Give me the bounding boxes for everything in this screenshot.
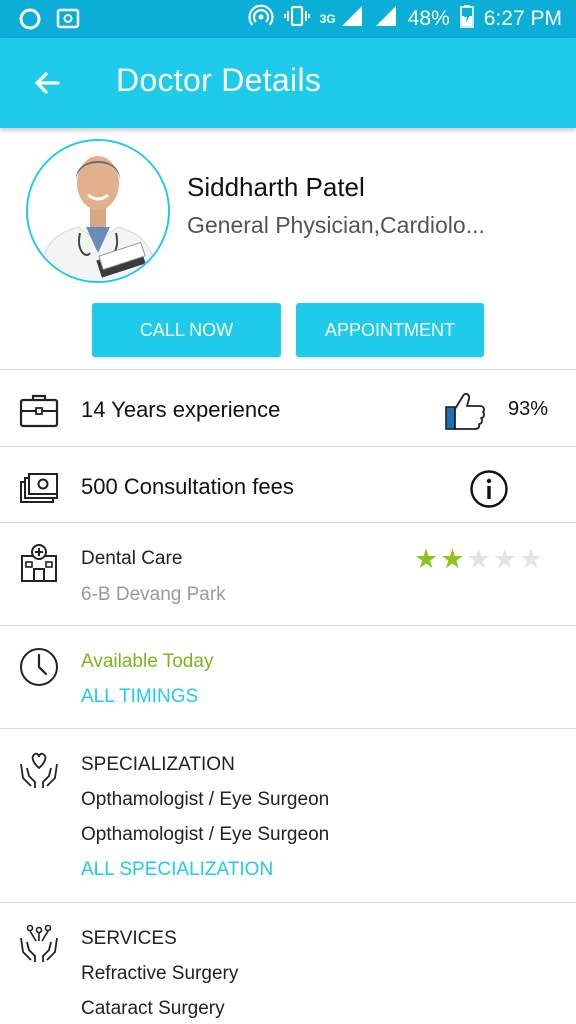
star-empty-icon: ★: [466, 544, 491, 574]
thumbs-up-icon: [443, 390, 487, 432]
money-icon: [18, 468, 60, 510]
network-type-label: 3G: [319, 12, 336, 26]
clinic-rating: ★ ★ ★ ★ ★: [414, 544, 543, 575]
divider: [0, 522, 576, 523]
star-empty-icon: ★: [492, 544, 517, 574]
clinic-address: 6-B Devang Park: [81, 584, 226, 605]
vibrate-icon: [283, 3, 310, 35]
cell-signal-icon-2: [374, 4, 398, 34]
briefcase-icon: [18, 390, 60, 432]
safe-notification-icon: [56, 7, 80, 36]
divider: [0, 728, 576, 729]
divider: [0, 625, 576, 626]
availability-status: Available Today: [81, 651, 214, 672]
doctor-specialty: General Physician,Cardiolo...: [187, 212, 485, 238]
status-bar: 3G 48% 6:27 PM: [0, 0, 576, 38]
info-icon: [470, 470, 508, 508]
star-filled-icon: ★: [440, 544, 465, 574]
specialization-item: Opthamologist / Eye Surgeon: [81, 824, 330, 845]
clock-time: 6:27 PM: [483, 7, 562, 30]
circle-notification-icon: [18, 7, 42, 36]
specialization-item: Opthamologist / Eye Surgeon: [81, 789, 330, 810]
hospital-icon: [18, 542, 60, 584]
specialization-heading: SPECIALIZATION: [81, 754, 235, 775]
arrow-left-icon: [35, 72, 60, 94]
fees-text: 500 Consultation fees: [81, 474, 294, 499]
clinic-name: Dental Care: [81, 548, 183, 569]
divider: [0, 369, 576, 370]
app-bar: Doctor Details: [0, 38, 576, 128]
service-item: Refractive Surgery: [81, 963, 239, 984]
star-empty-icon: ★: [518, 544, 544, 574]
all-timings-link[interactable]: ALL TIMINGS: [81, 686, 198, 708]
hotspot-icon: [248, 3, 274, 35]
call-now-button[interactable]: CALL NOW: [92, 303, 281, 357]
service-item: Cataract Surgery: [81, 998, 225, 1019]
cell-signal-icon: [340, 4, 364, 34]
all-specialization-link[interactable]: ALL SPECIALIZATION: [81, 859, 273, 881]
clock-icon: [18, 646, 60, 688]
divider: [0, 902, 576, 903]
page-title: Doctor Details: [116, 62, 322, 98]
appointment-button[interactable]: APPOINTMENT: [296, 303, 484, 357]
battery-percent: 48%: [407, 7, 450, 30]
divider: [0, 446, 576, 447]
experience-text: 14 Years experience: [81, 397, 281, 422]
battery-icon: [459, 4, 474, 34]
back-button[interactable]: [28, 63, 68, 103]
service-hands-icon: [18, 922, 60, 964]
info-button[interactable]: [469, 469, 509, 509]
doctor-avatar: [26, 139, 170, 283]
services-heading: SERVICES: [81, 928, 177, 949]
star-filled-icon: ★: [414, 544, 439, 574]
doctor-name: Siddharth Patel: [187, 172, 365, 202]
heart-hands-icon: [18, 748, 60, 790]
rating-percent: 93%: [508, 398, 549, 420]
